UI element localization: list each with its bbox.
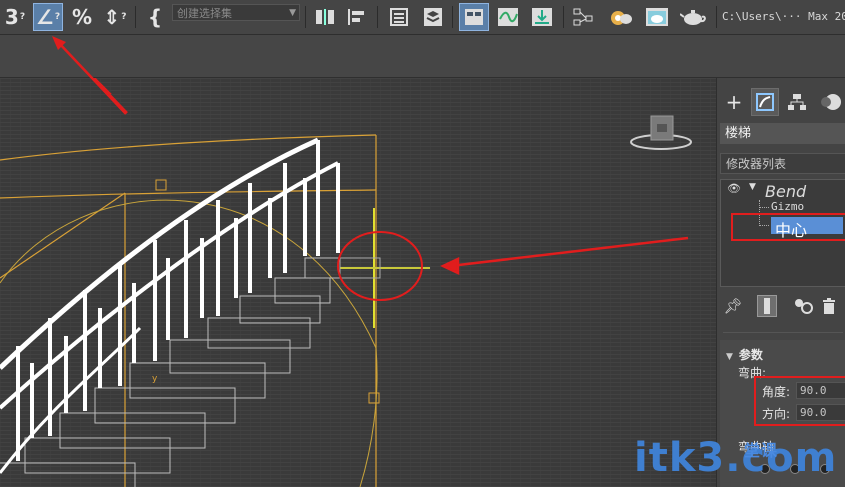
watermark-small-text: 堂课 [744, 441, 779, 460]
percent-snap-button[interactable]: % [68, 3, 96, 31]
project-path-display: C:\Users\··· Max 20 [722, 10, 845, 23]
snap-icon: 3 [4, 5, 19, 29]
modify-icon [756, 93, 774, 111]
stack-item-bend[interactable]: Bend [765, 182, 806, 201]
angle-snap-button[interactable]: ∠? [33, 3, 63, 31]
render-production-button[interactable] [678, 3, 708, 31]
chevron-down-icon: ▼ [289, 8, 296, 18]
named-selection-dropdown[interactable]: 创建选择集 ▼ [172, 4, 300, 21]
modifier-list-dropdown[interactable]: 修改器列表 [720, 153, 845, 174]
plus-icon: + [725, 90, 743, 114]
rollout-header[interactable]: ▼ 参数 [726, 346, 763, 363]
tab-create[interactable]: + [720, 88, 748, 116]
layer-explorer-button[interactable] [420, 3, 446, 31]
trash-icon [823, 298, 835, 314]
percent-snap-icon: % [71, 5, 93, 29]
render-setup-button[interactable] [607, 3, 635, 31]
spinner-snap-icon: ⇕ [103, 5, 121, 29]
snap-toggle-button[interactable]: 3? [2, 3, 28, 31]
align-button[interactable] [344, 3, 370, 31]
perspective-viewport[interactable]: y [0, 78, 716, 487]
teapot-gear-icon [611, 11, 632, 25]
eye-icon[interactable]: 👁︎ [727, 182, 741, 195]
motion-icon [821, 94, 841, 110]
show-end-result-button[interactable] [757, 295, 777, 317]
tab-motion[interactable] [817, 88, 845, 116]
curve-editor-icon [498, 8, 518, 26]
rendered-frame-window-button[interactable] [643, 3, 671, 31]
viewport-canvas: y [0, 78, 716, 487]
end-result-icon [764, 298, 770, 314]
braces-icon: { [147, 5, 163, 29]
command-panel-tabs: + [717, 88, 845, 118]
tree-line [759, 207, 769, 208]
pin-icon: 📌︎ [723, 297, 743, 315]
toggle-ribbon-button[interactable] [459, 3, 489, 31]
object-name-field[interactable]: 楼梯 [720, 123, 845, 144]
mirror-button[interactable] [312, 3, 338, 31]
spinner-snap-button[interactable]: ⇕? [100, 3, 130, 31]
red-arrow-toolbar [52, 36, 127, 115]
make-unique-button[interactable] [793, 295, 813, 317]
pin-stack-button[interactable]: 📌︎ [723, 295, 743, 317]
modifier-stack: 👁︎ ▼ Bend Gizmo 中心 [720, 179, 845, 287]
separator [135, 6, 136, 28]
named-selection-placeholder: 创建选择集 [177, 7, 232, 20]
separator [305, 6, 306, 28]
stack-item-gizmo[interactable]: Gizmo [771, 200, 804, 213]
highlight-box [731, 213, 845, 241]
tab-hierarchy[interactable] [783, 88, 811, 116]
mirror-icon [316, 9, 334, 25]
divider [723, 332, 843, 333]
node-graph-icon [573, 8, 593, 26]
material-editor-button[interactable] [569, 3, 597, 31]
ribbon-icon [465, 9, 483, 25]
align-icon [348, 9, 364, 25]
tab-modify[interactable] [751, 88, 779, 116]
watermark-logo: itk3.com 堂课 [634, 435, 837, 481]
remove-modifier-button[interactable] [819, 295, 839, 317]
list-icon [390, 8, 408, 26]
teapot-window-icon [646, 8, 668, 26]
highlight-box [754, 376, 845, 426]
separator [563, 6, 564, 28]
command-panel: + 楼梯 修改器列表 👁︎ ▼ Bend Gizmo 中心 📌︎ ▼ 参数 弯曲… [716, 78, 845, 487]
edit-named-selection-button[interactable]: { [142, 3, 168, 31]
separator [716, 6, 717, 28]
curve-editor-button[interactable] [494, 3, 522, 31]
scene-explorer-button[interactable] [386, 3, 412, 31]
collapse-triangle-icon: ▼ [726, 352, 733, 362]
stack-tools: 📌︎ [717, 291, 845, 319]
teapot-icon [680, 10, 706, 25]
expand-triangle-icon[interactable]: ▼ [749, 182, 756, 192]
watermark-text: itk3.com [634, 435, 838, 481]
separator [452, 6, 453, 28]
angle-snap-icon: ∠ [35, 5, 54, 29]
rollout-title: 参数 [738, 348, 763, 362]
axis-label: y [152, 374, 158, 384]
hierarchy-icon [788, 94, 806, 110]
download-icon [532, 8, 552, 26]
separator [377, 6, 378, 28]
make-unique-icon [795, 299, 813, 314]
layers-icon [424, 8, 442, 26]
schematic-view-button[interactable] [528, 3, 556, 31]
viewport-grid [0, 78, 716, 487]
